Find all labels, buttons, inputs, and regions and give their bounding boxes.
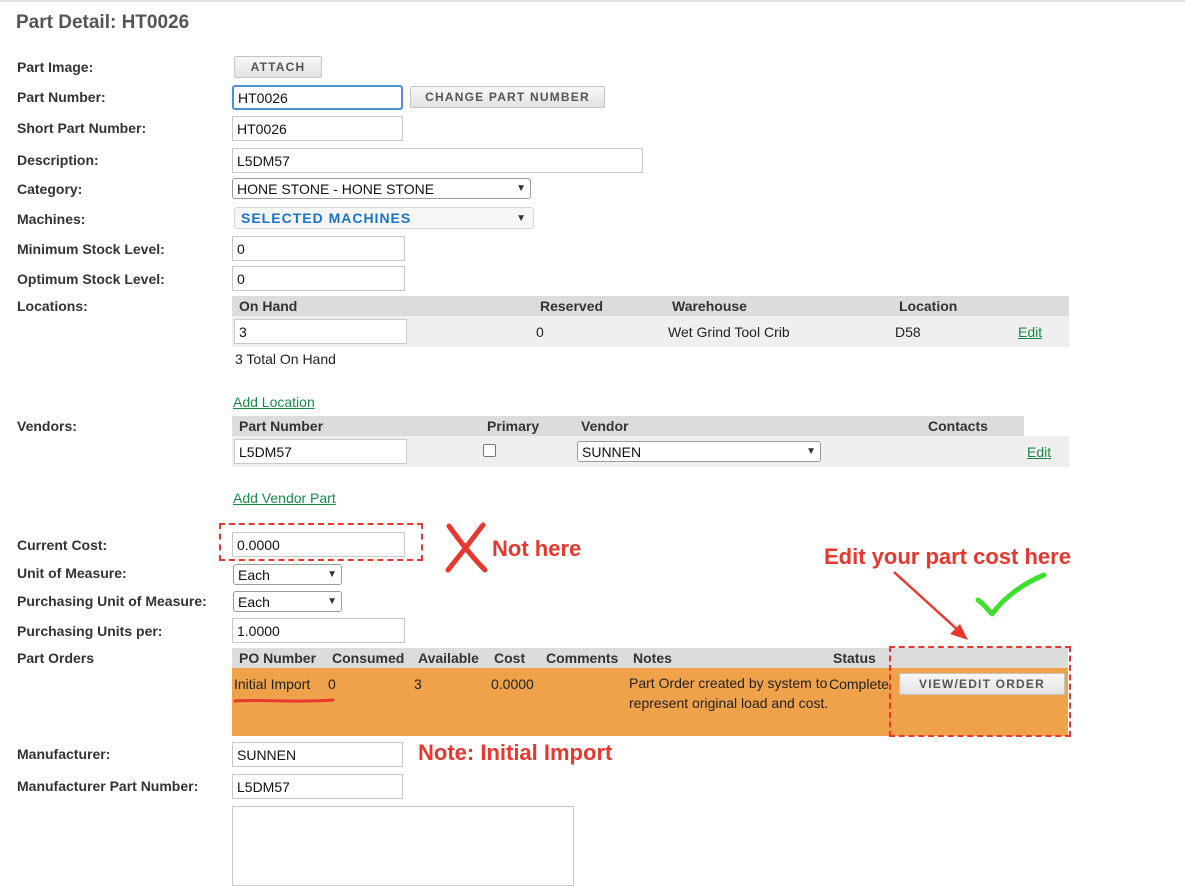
reserved-value: 0 bbox=[536, 324, 544, 340]
chevron-down-icon: ▼ bbox=[327, 569, 337, 580]
chevron-down-icon: ▼ bbox=[516, 212, 527, 224]
min-stock-label: Minimum Stock Level: bbox=[17, 241, 165, 257]
machines-label: Machines: bbox=[17, 211, 86, 227]
on-hand-input[interactable] bbox=[234, 319, 407, 344]
green-check-icon bbox=[975, 572, 1047, 617]
vendor-select[interactable]: SUNNEN ▼ bbox=[577, 441, 821, 462]
notes-value: Part Order created by system to represen… bbox=[629, 675, 829, 711]
red-underline-annotation bbox=[233, 698, 335, 703]
orders-header-po-number: PO Number bbox=[239, 650, 317, 666]
purchasing-uom-label: Purchasing Unit of Measure: bbox=[17, 593, 207, 609]
manufacturer-part-number-label: Manufacturer Part Number: bbox=[17, 778, 199, 794]
status-value: Complete bbox=[829, 676, 889, 692]
available-value: 3 bbox=[414, 676, 422, 692]
red-x-icon bbox=[445, 522, 488, 573]
consumed-value: 0 bbox=[328, 676, 336, 692]
add-location-link[interactable]: Add Location bbox=[233, 394, 315, 410]
add-vendor-part-link[interactable]: Add Vendor Part bbox=[233, 490, 336, 506]
total-on-hand: 3 Total On Hand bbox=[235, 351, 336, 367]
edit-here-annotation: Edit your part cost here bbox=[824, 544, 1071, 569]
orders-header-cost: Cost bbox=[494, 650, 526, 666]
chevron-down-icon: ▼ bbox=[516, 183, 526, 194]
chevron-down-icon: ▼ bbox=[806, 446, 816, 457]
locations-header-location: Location bbox=[899, 298, 958, 314]
locations-header-reserved: Reserved bbox=[540, 298, 604, 314]
vendors-header-contacts: Contacts bbox=[928, 418, 988, 434]
machines-select-value: SELECTED MACHINES bbox=[241, 210, 412, 226]
orders-header-status: Status bbox=[833, 650, 876, 666]
machines-select[interactable]: SELECTED MACHINES ▼ bbox=[234, 207, 534, 229]
location-value: D58 bbox=[895, 324, 921, 340]
notes-textarea[interactable] bbox=[232, 806, 574, 886]
orders-header-notes: Notes bbox=[633, 650, 672, 666]
purchasing-units-per-input[interactable] bbox=[232, 618, 405, 643]
vendors-label: Vendors: bbox=[17, 418, 77, 434]
primary-vendor-checkbox[interactable] bbox=[483, 444, 496, 457]
view-edit-order-annotation-box bbox=[889, 646, 1071, 737]
part-number-input[interactable] bbox=[232, 85, 403, 110]
part-number-label: Part Number: bbox=[17, 89, 106, 105]
edit-location-link[interactable]: Edit bbox=[1018, 324, 1042, 340]
locations-header-warehouse: Warehouse bbox=[672, 298, 747, 314]
opt-stock-input[interactable] bbox=[232, 266, 405, 291]
warehouse-value: Wet Grind Tool Crib bbox=[668, 324, 790, 340]
short-part-number-label: Short Part Number: bbox=[17, 120, 147, 136]
vendors-header-vendor: Vendor bbox=[581, 418, 629, 434]
cost-value: 0.0000 bbox=[491, 676, 534, 692]
current-cost-label: Current Cost: bbox=[17, 537, 108, 553]
current-cost-input[interactable] bbox=[232, 532, 405, 557]
purchasing-units-per-label: Purchasing Units per: bbox=[17, 623, 163, 639]
red-arrow-icon bbox=[893, 571, 968, 640]
orders-header-available: Available bbox=[418, 650, 479, 666]
manufacturer-part-number-input[interactable] bbox=[232, 774, 403, 799]
chevron-down-icon: ▼ bbox=[327, 596, 337, 607]
orders-header-comments: Comments bbox=[546, 650, 619, 666]
vendor-select-value: SUNNEN bbox=[582, 443, 642, 460]
category-select[interactable]: HONE STONE - HONE STONE ▼ bbox=[232, 178, 531, 199]
page-title: Part Detail: HT0026 bbox=[16, 12, 190, 33]
manufacturer-input[interactable] bbox=[232, 742, 403, 767]
category-label: Category: bbox=[17, 181, 83, 197]
category-select-value: HONE STONE - HONE STONE bbox=[237, 180, 435, 197]
uom-label: Unit of Measure: bbox=[17, 565, 127, 581]
vendor-part-number-input[interactable] bbox=[234, 439, 407, 464]
short-part-number-input[interactable] bbox=[232, 116, 403, 141]
description-label: Description: bbox=[17, 152, 99, 168]
vendors-header-primary: Primary bbox=[487, 418, 540, 434]
purchasing-uom-select[interactable]: Each ▼ bbox=[233, 591, 342, 612]
vendors-header-part-number: Part Number bbox=[239, 418, 324, 434]
initial-import-annotation: Note: Initial Import bbox=[418, 740, 613, 765]
uom-select-value: Each bbox=[238, 566, 270, 583]
description-input[interactable] bbox=[232, 148, 643, 173]
uom-select[interactable]: Each ▼ bbox=[233, 564, 342, 585]
min-stock-input[interactable] bbox=[232, 236, 405, 261]
not-here-annotation: Not here bbox=[492, 536, 582, 561]
part-orders-label: Part Orders bbox=[17, 650, 95, 666]
attach-button[interactable]: ATTACH bbox=[234, 56, 322, 78]
orders-header-consumed: Consumed bbox=[332, 650, 405, 666]
part-image-label: Part Image: bbox=[17, 59, 94, 75]
purchasing-uom-select-value: Each bbox=[238, 593, 270, 610]
edit-vendor-link[interactable]: Edit bbox=[1027, 444, 1051, 460]
locations-header-on-hand: On Hand bbox=[239, 298, 298, 314]
po-number-value: Initial Import bbox=[234, 676, 311, 692]
change-part-number-button[interactable]: CHANGE PART NUMBER bbox=[410, 86, 605, 108]
locations-label: Locations: bbox=[17, 298, 88, 314]
opt-stock-label: Optimum Stock Level: bbox=[17, 271, 165, 287]
manufacturer-label: Manufacturer: bbox=[17, 746, 111, 762]
